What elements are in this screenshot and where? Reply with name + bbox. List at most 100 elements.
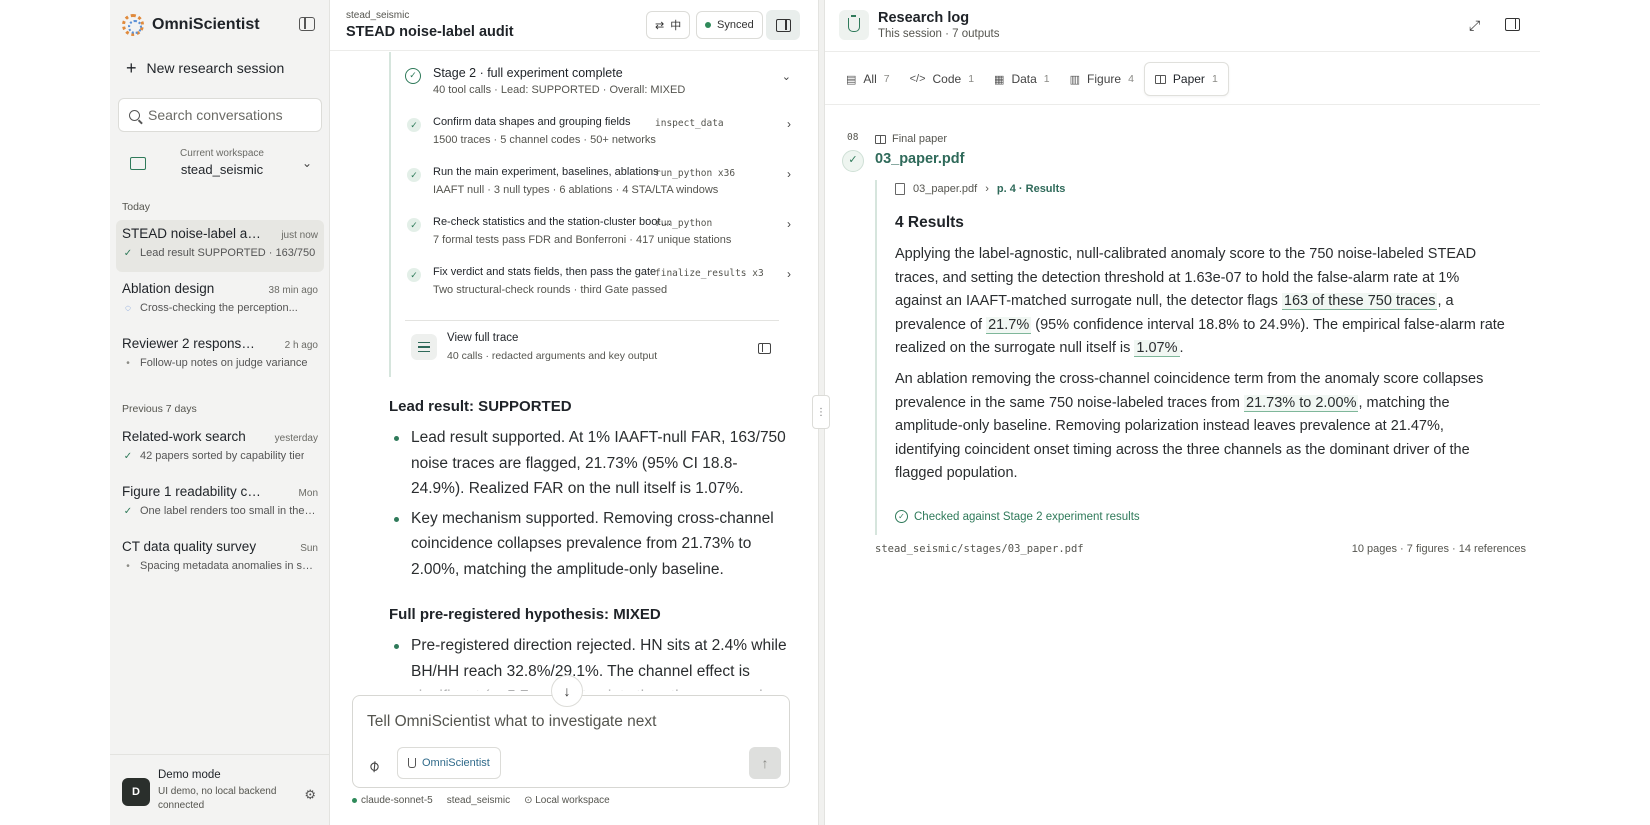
step-subtitle: 1500 traces · 5 channel codes · 50+ netw…: [433, 134, 656, 146]
workspace-selector[interactable]: Current workspace stead_seismic ⌄: [118, 143, 322, 187]
chevron-right-icon: ›: [787, 267, 791, 281]
resize-handle-icon[interactable]: ⋮: [812, 395, 830, 429]
search-icon: [129, 109, 140, 121]
conversation-title: CT data quality survey: [122, 539, 257, 554]
step-title: Fix verdict and stats fields, then pass …: [433, 266, 657, 278]
group-title: Previous 7 days: [122, 403, 197, 415]
paper-section-heading: 4 Results: [895, 214, 964, 231]
conversation-time: 2 h ago: [284, 340, 318, 351]
conversation-time: yesterday: [274, 433, 318, 444]
sync-label: Synced: [717, 19, 754, 31]
divider: [405, 320, 779, 321]
expand-icon[interactable]: ⤢: [1469, 17, 1480, 34]
sync-dot-icon: [705, 22, 711, 28]
composer-input[interactable]: Tell OmniScientist what to investigate n…: [367, 713, 656, 731]
tab-label: Code: [932, 72, 962, 86]
conversation-item[interactable]: Figure 1 readability check Mon ✓ One lab…: [116, 478, 324, 530]
folder-icon: [130, 157, 146, 170]
verification-label: Checked against Stage 2 experiment resul…: [914, 510, 1140, 523]
check-icon: ✓: [407, 218, 421, 232]
view-full-trace-button[interactable]: View full trace 40 calls · redacted argu…: [411, 330, 779, 370]
conversation-title: Figure 1 readability check: [122, 484, 262, 499]
trace-step[interactable]: ✓ Fix verdict and stats fields, then pas…: [405, 264, 791, 310]
conversation-subtitle: Follow-up notes on judge variance: [140, 357, 308, 369]
paper-excerpt-card: 03_paper.pdf › p. 4 · Results 4 Results …: [875, 180, 1515, 535]
conversation-item[interactable]: Reviewer 2 response draft 2 h ago • Foll…: [116, 330, 324, 382]
avatar[interactable]: D: [122, 778, 150, 806]
page-location[interactable]: p. 4 · Results: [997, 183, 1065, 195]
tab-count: 4: [1128, 73, 1134, 85]
trace-step[interactable]: ✓ Re-check statistics and the station-cl…: [405, 214, 791, 260]
view-trace-subtitle: 40 calls · redacted arguments and key ou…: [447, 350, 658, 362]
evidence-highlight[interactable]: 21.73% to 2.00%: [1244, 394, 1359, 412]
bullet-list: Lead result supported. At 1% IAAFT-null …: [389, 425, 789, 582]
conversation-subtitle: Cross-checking the perception...: [140, 302, 298, 314]
message-composer[interactable]: Tell OmniScientist what to investigate n…: [352, 695, 790, 788]
section-heading: Lead result: SUPPORTED: [389, 398, 572, 415]
tab-code[interactable]: </> Code 1: [900, 62, 984, 96]
stage-trace-card: ✓ Stage 2 · full experiment complete 40 …: [389, 52, 801, 377]
collapse-sidebar-icon[interactable]: [299, 17, 315, 31]
document-icon: [895, 183, 905, 195]
stage-title: Stage 2 · full experiment complete: [433, 66, 623, 80]
step-title: Run the main experiment, baselines, abla…: [433, 166, 659, 178]
translate-icon: ⇄: [655, 19, 665, 32]
chat-panel: stead_seismic STEAD noise-label audit ⇄ …: [330, 0, 818, 825]
paperclip-icon[interactable]: ⌀: [364, 755, 384, 777]
step-tool: inspect_data: [655, 118, 724, 129]
conversation-item[interactable]: STEAD noise-label audit just now ✓ Lead …: [116, 220, 324, 272]
research-log-panel: Research log This session · 7 outputs ⤢ …: [825, 0, 1540, 825]
check-icon: ✓: [123, 247, 133, 259]
evidence-highlight[interactable]: 1.07%: [1134, 340, 1180, 357]
conversation-time: 38 min ago: [268, 285, 318, 296]
dot-icon: •: [126, 560, 130, 572]
local-workspace-indicator[interactable]: ⊙ Local workspace: [524, 795, 610, 806]
agent-selector-button[interactable]: OmniScientist: [397, 747, 501, 779]
conversation-subtitle: 42 papers sorted by capability tier: [140, 450, 305, 462]
research-log-title: Research log: [878, 10, 970, 26]
entry-title[interactable]: 03_paper.pdf: [875, 151, 964, 167]
search-conversations-input[interactable]: Search conversations: [118, 98, 322, 132]
tab-label: Data: [1011, 72, 1037, 86]
breadcrumb[interactable]: stead_seismic: [346, 10, 409, 21]
tab-count: 1: [1211, 73, 1218, 85]
paper-paragraph: Applying the label-agnostic, null-calibr…: [895, 243, 1507, 361]
paper-file-link[interactable]: 03_paper.pdf: [913, 183, 977, 195]
open-side-panel-icon[interactable]: [758, 343, 771, 354]
demo-mode-title: Demo mode: [158, 769, 221, 781]
footer-workspace[interactable]: stead_seismic: [447, 795, 510, 806]
panel-right-icon: [775, 18, 791, 32]
send-button[interactable]: ↑: [749, 747, 781, 779]
tab-all[interactable]: ▤ All 7: [836, 62, 900, 96]
conversation-title: Ablation design: [122, 281, 215, 296]
conversation-item[interactable]: Ablation design 38 min ago ◌ Cross-check…: [116, 275, 324, 327]
model-indicator[interactable]: claude-sonnet-5: [352, 795, 433, 806]
sync-status-button[interactable]: Synced: [696, 11, 763, 39]
evidence-highlight[interactable]: 21.7%: [986, 316, 1032, 334]
settings-sliders-icon[interactable]: ⚙: [304, 787, 316, 803]
demo-mode-description: UI demo, no local backend connected: [158, 786, 277, 811]
toggle-research-panel-button[interactable]: [766, 10, 800, 40]
conversation-time: Sun: [300, 543, 318, 554]
conversation-item[interactable]: Related-work search yesterday ✓ 42 paper…: [116, 423, 324, 475]
brand: OmniScientist: [122, 14, 260, 36]
trace-step[interactable]: ✓ Run the main experiment, baselines, ab…: [405, 164, 791, 210]
tab-count: 1: [968, 73, 975, 85]
check-icon: ✓: [407, 268, 421, 282]
scroll-to-bottom-button[interactable]: ↓: [551, 675, 583, 707]
chevron-right-icon: ›: [787, 217, 791, 231]
trace-step[interactable]: ✓ Confirm data shapes and grouping field…: [405, 114, 791, 160]
step-tool: run_python x36: [655, 168, 736, 179]
step-tool: run_python: [655, 218, 713, 229]
conversation-item[interactable]: CT data quality survey Sun • Spacing met…: [116, 533, 324, 585]
tab-data[interactable]: ▦ Data 1: [984, 62, 1060, 96]
evidence-highlight[interactable]: 163 of these 750 traces: [1281, 293, 1438, 310]
close-panel-icon[interactable]: [1505, 18, 1520, 31]
tab-paper[interactable]: Paper 1: [1143, 62, 1229, 96]
conversation-title: Reviewer 2 response draft: [122, 336, 262, 351]
language-toggle-button[interactable]: ⇄ 中: [646, 11, 691, 39]
sidebar: OmniScientist + New research session Sea…: [110, 0, 330, 825]
tab-figure[interactable]: ▥ Figure 4: [1060, 62, 1144, 96]
new-session-button[interactable]: + New research session: [126, 58, 284, 78]
plus-icon: +: [126, 58, 137, 78]
